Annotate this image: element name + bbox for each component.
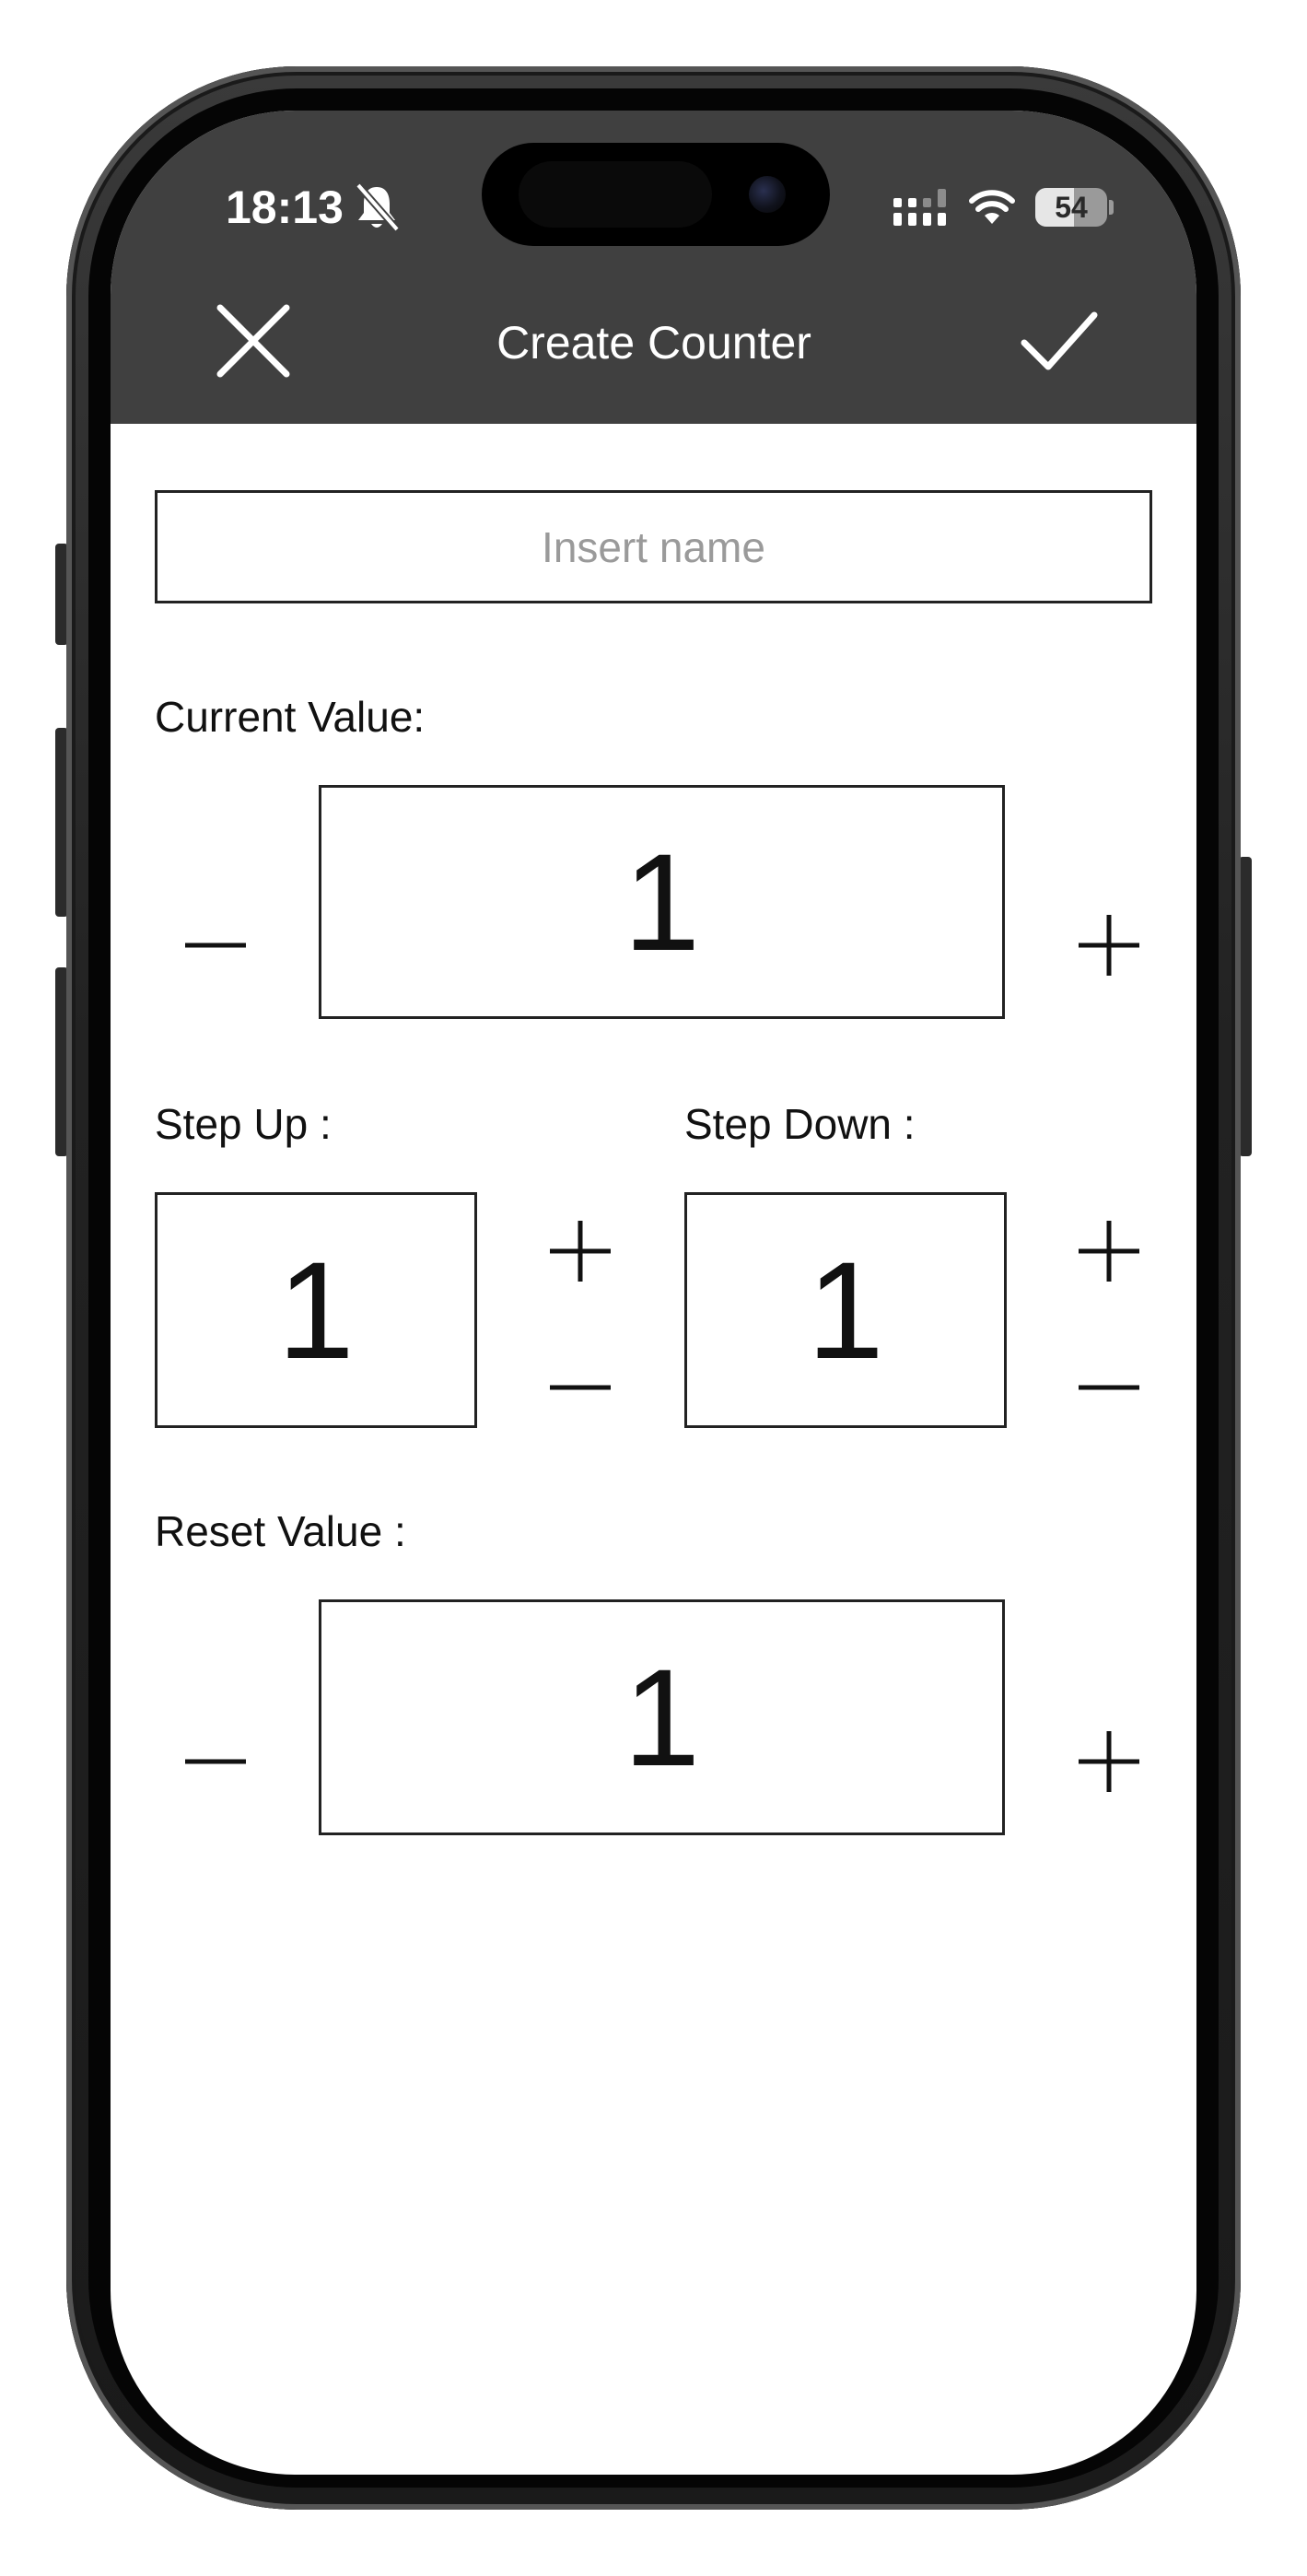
minus-icon [185, 1759, 246, 1764]
plus-icon [1079, 915, 1139, 976]
current-value-field[interactable]: 1 [319, 785, 1005, 1019]
page: 18:13 54 Create Counter Insert name Curr… [0, 0, 1307, 2576]
minus-icon [1079, 1385, 1139, 1390]
minus-icon [550, 1385, 611, 1390]
close-button[interactable] [207, 295, 299, 387]
screen: 18:13 54 Create Counter Insert name Curr… [111, 111, 1196, 2475]
plus-icon [550, 1221, 611, 1282]
confirm-button[interactable] [1013, 295, 1105, 387]
step-down-decrement-button[interactable] [1063, 1341, 1155, 1434]
status-icons: 54 [893, 175, 1114, 240]
reset-value-decrement-button[interactable] [169, 1715, 262, 1808]
plus-icon [1079, 1731, 1139, 1792]
dynamic-island-sensor [519, 161, 712, 228]
reset-value-label: Reset Value : [155, 1507, 406, 1555]
page-title: Create Counter [496, 317, 811, 369]
power-button [1239, 857, 1252, 1156]
step-up-increment-button[interactable] [534, 1205, 626, 1297]
step-up-field[interactable]: 1 [155, 1192, 477, 1428]
bell-slash-icon [355, 182, 400, 232]
status-bar-time: 18:13 [226, 166, 401, 249]
battery-percent: 54 [1055, 191, 1088, 224]
close-icon [216, 304, 290, 378]
status-time-text: 18:13 [226, 181, 344, 233]
current-value-decrement-button[interactable] [169, 899, 262, 991]
step-up-decrement-button[interactable] [534, 1341, 626, 1434]
step-up-label: Step Up : [155, 1100, 332, 1148]
app-header: 18:13 54 Create Counter [111, 111, 1196, 424]
wifi-icon [969, 190, 1015, 224]
step-down-label: Step Down : [684, 1100, 916, 1148]
minus-icon [185, 943, 246, 948]
battery-tip [1109, 200, 1114, 215]
step-down-field[interactable]: 1 [684, 1192, 1007, 1428]
dynamic-island [482, 143, 830, 246]
checkmark-icon [1021, 311, 1098, 370]
reset-value-field[interactable]: 1 [319, 1599, 1005, 1835]
battery-icon: 54 [1035, 188, 1107, 227]
step-down-increment-button[interactable] [1063, 1205, 1155, 1297]
reset-value-increment-button[interactable] [1063, 1715, 1155, 1808]
cellular-signal-icon [893, 189, 946, 226]
front-camera-icon [749, 176, 786, 213]
current-value-increment-button[interactable] [1063, 899, 1155, 991]
name-input[interactable] [155, 490, 1152, 603]
plus-icon [1079, 1221, 1139, 1282]
current-value-label: Current Value: [155, 693, 426, 741]
